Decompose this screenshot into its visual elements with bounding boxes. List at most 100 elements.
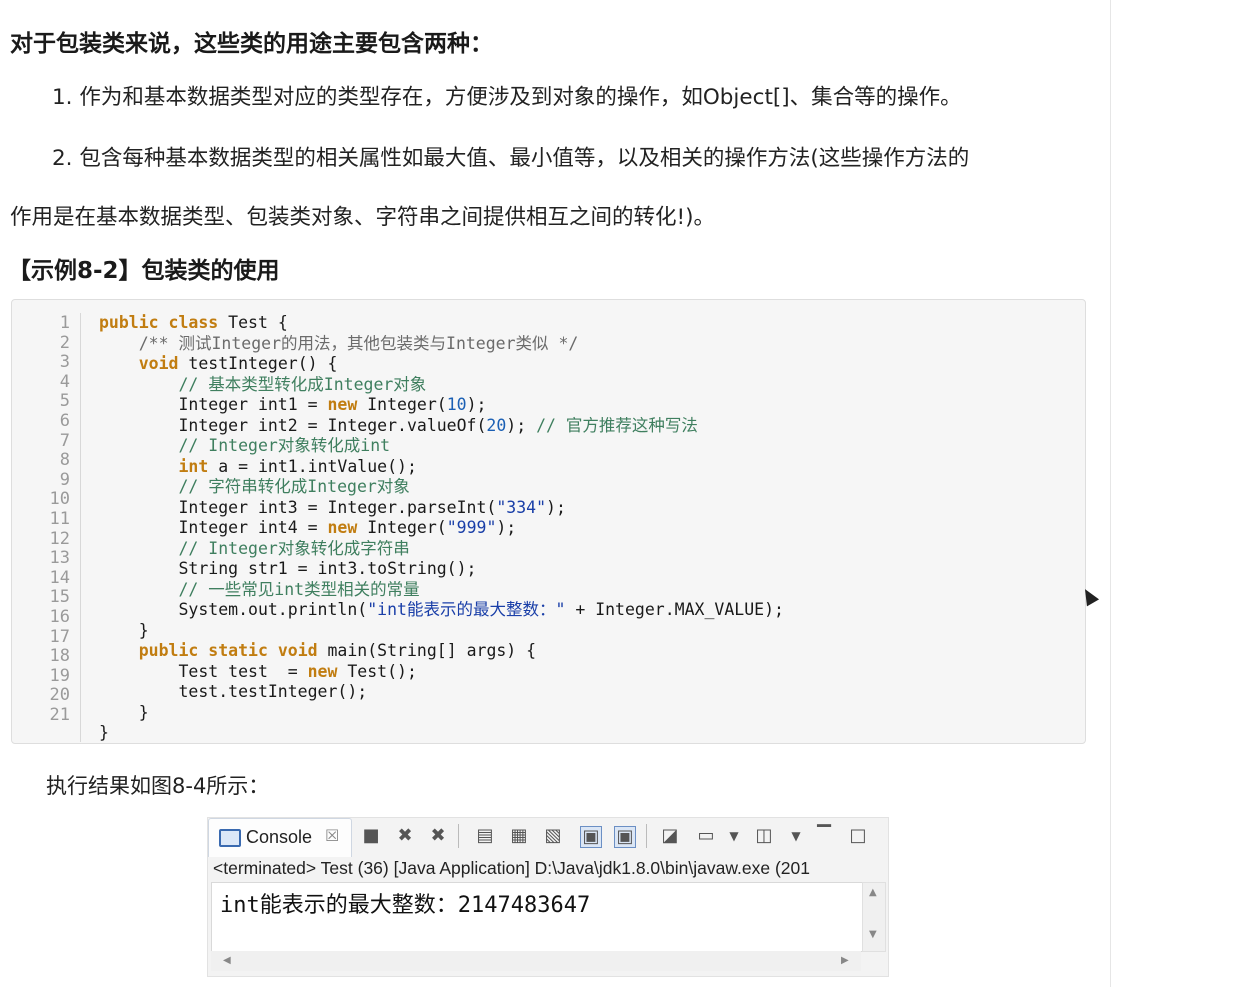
line-number: 9	[59, 469, 70, 490]
close-icon[interactable]: ☒	[325, 826, 339, 845]
line-number: 12	[49, 528, 70, 549]
code-token: a = int1.intValue();	[208, 456, 417, 476]
result-caption: 执行结果如图8-4所示：	[46, 774, 270, 798]
line-number-gutter: 1 2 3 4 5 6 7 8 9 10 11 12 13 14 15 16 17 18 19 20 21	[14, 313, 81, 742]
code-token: );	[546, 497, 566, 517]
pin-console-icon[interactable]: ◪	[660, 826, 680, 846]
code-token: "334"	[496, 497, 547, 517]
code-token: + Integer.MAX_VALUE);	[565, 600, 784, 619]
code-token: public static void	[138, 641, 318, 660]
code-line: // 一些常见int类型相关的常量	[99, 579, 420, 600]
code-token: "999"	[446, 518, 497, 537]
scroll-down-icon[interactable]: ▼	[869, 929, 877, 940]
code-token: );	[496, 518, 517, 537]
console-tab[interactable]: Console ☒	[208, 818, 352, 857]
code-line: Test test = new Test();	[99, 661, 417, 682]
code-line: test.testInteger();	[99, 682, 367, 702]
display-console-icon[interactable]: ▭	[696, 826, 716, 846]
example-heading: 【示例8-2】包装类的使用	[8, 258, 280, 284]
maximize-icon[interactable]: □	[848, 826, 868, 846]
code-token: // 字符串转化成Integer对象	[99, 477, 410, 496]
line-number: 15	[49, 587, 70, 608]
scroll-up-icon[interactable]: ▲	[869, 887, 877, 898]
line-number: 4	[59, 371, 70, 392]
code-token: new	[327, 518, 358, 537]
code-token: void	[138, 354, 179, 373]
line-number: 18	[49, 646, 70, 667]
code-token: );	[466, 395, 487, 414]
paragraph-3: 作用是在基本数据类型、包装类对象、字符串之间提供相互之间的转化!)。	[10, 205, 716, 230]
clear-console-icon[interactable]: ▤	[475, 826, 495, 846]
remove-launch-icon[interactable]: ✖	[395, 826, 415, 846]
section-heading: 对于包装类来说，这些类的用途主要包含两种：	[10, 31, 493, 57]
scroll-right-icon[interactable]: ▶	[841, 955, 849, 966]
code-token: // Integer对象转化成字符串	[99, 538, 410, 558]
code-line: // 基本类型转化成Integer对象	[99, 375, 426, 395]
code-token: // Integer对象转化成int	[99, 436, 391, 455]
code-token: // 一些常见int类型相关的常量	[99, 579, 420, 599]
code-token: "int能表示的最大整数："	[367, 600, 566, 619]
code-token: }	[99, 723, 109, 742]
line-number: 14	[49, 567, 70, 588]
scroll-left-icon[interactable]: ◀	[223, 955, 231, 966]
vertical-scrollbar[interactable]: ▲ ▼	[862, 882, 886, 952]
show-on-stdout-icon[interactable]: ▣	[580, 826, 602, 848]
word-wrap-icon[interactable]: ▧	[543, 826, 563, 846]
code-token: Integer(	[357, 518, 447, 537]
line-number: 7	[59, 430, 70, 451]
code-token: Test {	[218, 313, 288, 332]
code-line: }	[99, 621, 149, 641]
stop-icon[interactable]: ■	[361, 826, 381, 846]
code-token: Integer(	[357, 395, 447, 414]
code-token: Integer int4 =	[99, 518, 328, 537]
code-line: // 字符串转化成Integer对象	[99, 477, 410, 497]
line-number: 10	[49, 489, 70, 510]
code-token: /** 测试Integer的用法，其他包装类与Integer类似 */	[99, 333, 579, 353]
code-token: System.out.println(	[99, 600, 368, 619]
console-panel: Console ☒ ■ ✖ ✖ ▤ ▦ ▧ ▣ ▣ ◪ ▭ ▼ ◫ ▼ ▔ □ …	[207, 817, 889, 977]
console-output[interactable]: int能表示的最大整数：2147483647	[211, 882, 863, 952]
code-token: new	[327, 395, 358, 414]
paragraph-2: 2. 包含每种基本数据类型的相关属性如最大值、最小值等，以及相关的操作方法(这些…	[52, 146, 970, 171]
code-token: testInteger() {	[178, 354, 338, 373]
console-output-text: int能表示的最大整数：2147483647	[220, 893, 591, 918]
horizontal-scrollbar[interactable]: ◀ ▶	[211, 951, 861, 971]
code-token: int	[178, 456, 209, 476]
console-status: <terminated> Test (36) [Java Application…	[213, 858, 810, 878]
dropdown-icon[interactable]: ▼	[786, 826, 806, 846]
console-icon	[219, 829, 241, 847]
code-token: }	[99, 620, 149, 640]
code-line: Integer int1 = new Integer(10);	[99, 395, 486, 415]
code-line: System.out.println("int能表示的最大整数：" + Inte…	[99, 600, 784, 620]
code-line: int a = int1.intValue();	[99, 456, 417, 477]
code-line: Integer int4 = new Integer("999");	[99, 518, 516, 538]
code-line: }	[99, 703, 149, 723]
remove-all-icon[interactable]: ✖	[428, 826, 448, 846]
code-token: test.testInteger();	[99, 682, 368, 701]
line-number: 1	[59, 313, 70, 333]
code-token: // 基本类型转化成Integer对象	[99, 374, 427, 394]
line-number: 2	[59, 332, 70, 353]
code-token: );	[506, 415, 537, 435]
code-token: new	[307, 661, 338, 681]
code-token: Test test =	[99, 661, 308, 681]
code-line: public static void main(String[] args) {	[99, 641, 536, 661]
code-token: }	[99, 702, 149, 722]
code-token: main(String[] args) {	[317, 641, 537, 660]
open-console-icon[interactable]: ◫	[754, 826, 774, 846]
line-number: 16	[49, 607, 70, 627]
code-line: Integer int2 = Integer.valueOf(20); // 官…	[99, 415, 697, 436]
show-on-stderr-icon[interactable]: ▣	[614, 826, 636, 848]
dropdown-icon[interactable]: ▼	[724, 826, 744, 846]
scroll-lock-icon[interactable]: ▦	[509, 826, 529, 846]
code-line: /** 测试Integer的用法，其他包装类与Integer类似 */	[99, 333, 579, 354]
code-token: 10	[446, 395, 467, 414]
code-token: Test();	[337, 661, 417, 681]
page-divider	[1110, 0, 1111, 987]
line-number: 6	[59, 411, 70, 431]
console-tab-label: Console	[246, 827, 313, 847]
minimize-icon[interactable]: ▔	[814, 826, 834, 846]
